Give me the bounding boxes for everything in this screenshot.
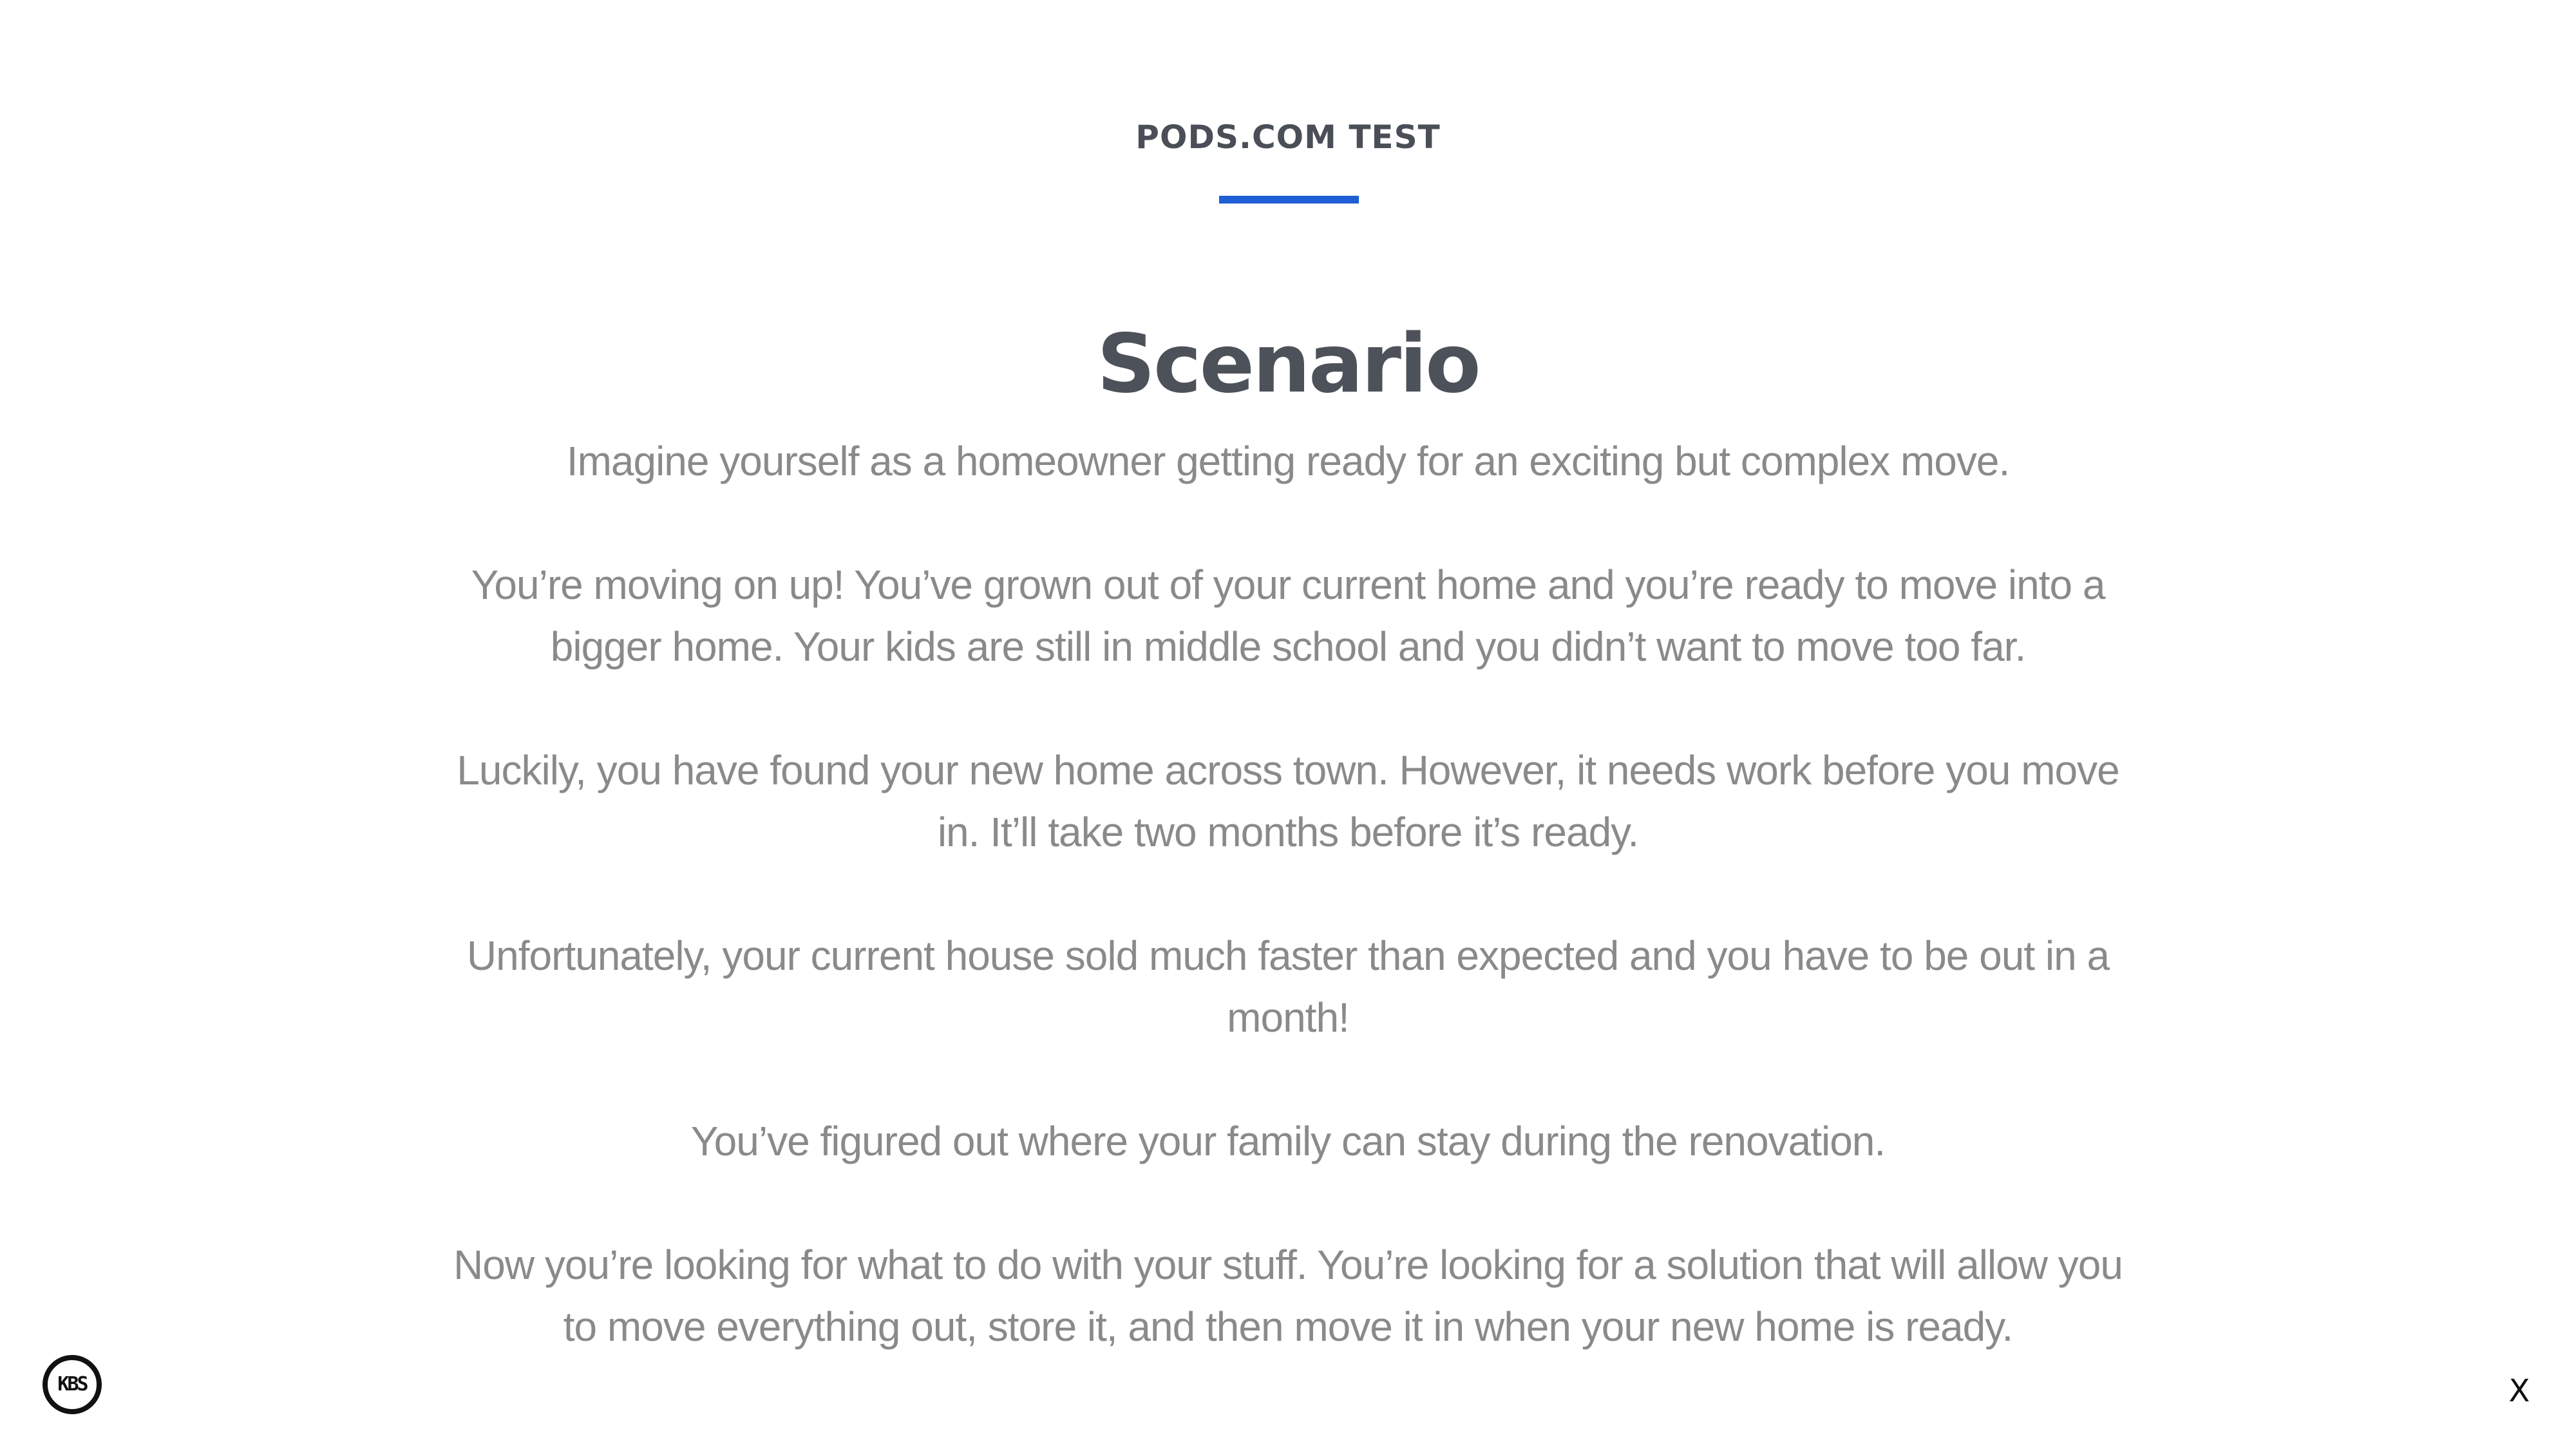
accent-divider: [1219, 196, 1359, 204]
scenario-paragraph-5: You’ve figured out where your family can…: [690, 1118, 1886, 1164]
scenario-paragraph-4: Unfortunately, your current house sold m…: [466, 933, 2110, 1041]
page-title: Scenario: [1097, 316, 1481, 411]
kbs-logo: KBS: [43, 1355, 102, 1414]
scenario-paragraph-6: Now you’re looking for what to do with y…: [453, 1242, 2123, 1350]
scenario-paragraph-3: Luckily, you have found your new home ac…: [457, 747, 2119, 855]
scenario-body: Imagine yourself as a homeowner getting …: [451, 430, 2125, 1358]
section-eyebrow: PODS.COM TEST: [1135, 118, 1441, 156]
close-button[interactable]: X: [2505, 1372, 2533, 1410]
scenario-paragraph-2: You’re moving on up! You’ve grown out of…: [471, 562, 2106, 670]
scenario-paragraph-1: Imagine yourself as a homeowner getting …: [566, 438, 2010, 484]
kbs-logo-text: KBS: [57, 1373, 88, 1396]
